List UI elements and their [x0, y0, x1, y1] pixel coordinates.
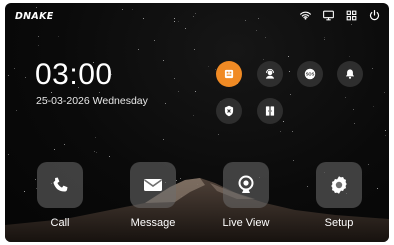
star [292, 131, 293, 133]
power-icon[interactable] [368, 9, 381, 22]
star [185, 28, 187, 29]
brand-logo: DNAKE [15, 11, 54, 22]
star [323, 36, 325, 38]
star [174, 18, 176, 20]
phone-icon [53, 177, 68, 192]
star [244, 20, 246, 22]
setup-label: Setup [324, 217, 354, 229]
wifi-icon[interactable] [299, 9, 312, 22]
star [36, 7, 38, 9]
star [255, 30, 257, 32]
camera-icon [238, 175, 254, 193]
star [352, 108, 354, 110]
star [194, 13, 196, 15]
star [121, 8, 123, 10]
grid-icon[interactable] [345, 9, 358, 22]
star [349, 55, 351, 57]
star [288, 56, 290, 58]
star [383, 92, 385, 94]
dock-setup[interactable]: Setup [309, 162, 369, 229]
star [280, 130, 282, 132]
mail-icon [144, 179, 162, 191]
star [177, 21, 179, 22]
building-icon [224, 69, 234, 79]
star [57, 35, 59, 37]
sos-button[interactable]: SOS [297, 61, 323, 87]
building-button[interactable] [216, 61, 242, 87]
dock-message[interactable]: Message [123, 162, 183, 229]
star [14, 67, 16, 69]
setup-button[interactable] [316, 162, 362, 208]
star [289, 94, 291, 96]
star [264, 36, 266, 38]
star [218, 133, 220, 135]
star [350, 24, 352, 25]
dock-call[interactable]: Call [30, 162, 90, 229]
star [288, 70, 290, 72]
star [371, 68, 373, 69]
door-button[interactable] [257, 98, 283, 124]
star [178, 90, 180, 92]
star [174, 20, 176, 22]
star [385, 134, 387, 136]
star [95, 137, 97, 139]
security-button[interactable] [216, 98, 242, 124]
star [137, 49, 139, 51]
monitor-icon[interactable] [322, 9, 335, 22]
gear-icon [331, 176, 347, 194]
star [64, 144, 66, 146]
star [283, 120, 284, 122]
message-button[interactable] [130, 162, 176, 208]
bell-icon [345, 69, 355, 79]
star [143, 18, 144, 20]
star [195, 90, 197, 92]
star [192, 15, 194, 17]
live-view-label: Live View [222, 217, 270, 229]
status-bar [299, 9, 381, 22]
star [263, 59, 264, 61]
sos-text: SOS [306, 72, 315, 77]
star [344, 97, 346, 99]
star [194, 49, 195, 50]
star [193, 115, 195, 117]
message-label: Message [130, 217, 176, 229]
star [7, 75, 9, 76]
dock-live-view[interactable]: Live View [216, 162, 276, 229]
star [16, 110, 18, 112]
star [37, 35, 39, 37]
star [38, 45, 40, 47]
star [353, 122, 355, 124]
call-label: Call [50, 217, 70, 229]
star [385, 130, 387, 131]
star [163, 139, 165, 141]
star [154, 39, 156, 41]
call-button[interactable] [37, 162, 83, 208]
support-button[interactable] [257, 61, 283, 87]
star [162, 59, 164, 61]
shield-x-icon [224, 105, 234, 117]
device-screen: DNAKE 03:00 25-03-2026 Wednesday SOS Cal… [5, 3, 389, 242]
star [257, 18, 259, 20]
star [131, 8, 133, 10]
star [323, 38, 325, 40]
clock-time: 03:00 [35, 58, 113, 91]
star [24, 76, 26, 78]
bell-button[interactable] [337, 61, 363, 87]
star [373, 105, 375, 107]
live-view-button[interactable] [223, 162, 269, 208]
star [173, 78, 175, 80]
sos-icon: SOS [304, 68, 316, 80]
support-agent-icon [265, 68, 275, 79]
star [207, 66, 209, 67]
star [164, 102, 166, 104]
clock-date: 25-03-2026 Wednesday [36, 95, 148, 107]
door-icon [265, 106, 275, 116]
